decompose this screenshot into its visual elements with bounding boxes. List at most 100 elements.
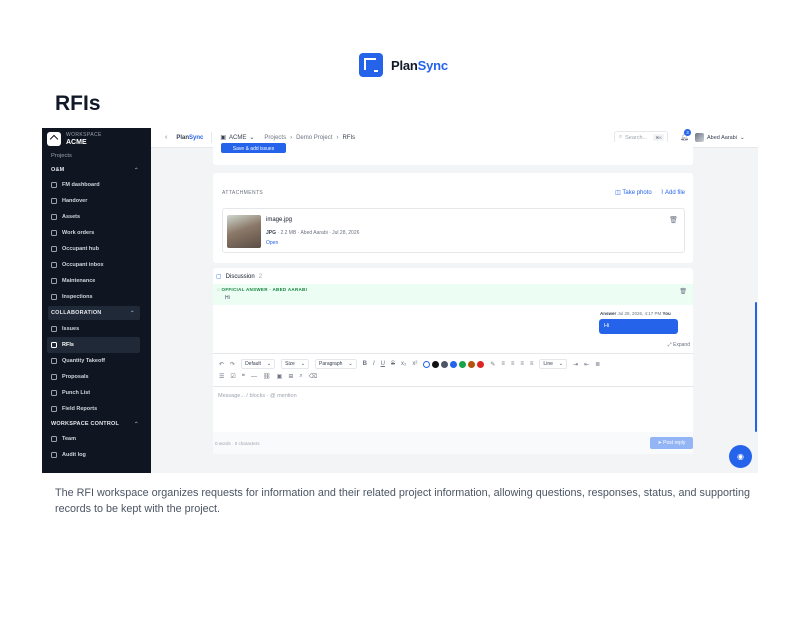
sidebar-item-label: FM dashboard: [62, 182, 100, 188]
subscript-icon[interactable]: x₂: [401, 361, 406, 367]
sidebar-item-label: Punch List: [62, 390, 91, 396]
sidebar-item-maintenance[interactable]: Maintenance: [42, 273, 140, 289]
page-title: RFIs: [55, 92, 101, 115]
sidebar-item-work-orders[interactable]: Work orders: [42, 225, 140, 241]
undo-icon[interactable]: ↶: [219, 361, 224, 368]
size-select[interactable]: Size ⌄: [281, 359, 310, 369]
superscript-icon[interactable]: x²: [412, 361, 417, 367]
workspace-switcher[interactable]: WORKSPACE ACME: [42, 128, 151, 150]
font-value: Default: [245, 361, 261, 367]
sidebar-section-om[interactable]: O&M ⌃: [42, 163, 151, 177]
outdent-icon[interactable]: ⇤: [584, 361, 589, 368]
sidebar-item-label: Occupant hub: [62, 246, 99, 252]
checklist-icon[interactable]: ☑: [230, 373, 235, 380]
sidebar-item-label: Maintenance: [62, 278, 96, 284]
color-swatch[interactable]: [441, 360, 449, 368]
table-icon[interactable]: ⊞: [288, 373, 293, 380]
org-selector[interactable]: ▣ ACME ⌄: [220, 134, 254, 142]
topbar-brand[interactable]: PlanSync: [176, 135, 203, 141]
align-right-icon[interactable]: ≡: [520, 361, 524, 367]
align-center-icon[interactable]: ≡: [511, 361, 515, 367]
color-swatch[interactable]: [432, 360, 440, 368]
more-icon[interactable]: ≣: [595, 361, 600, 368]
attachment-meta: JPG · 2.2 MB · Abed Aarabi · Jul 28, 202…: [266, 230, 359, 236]
highlight-icon[interactable]: ✎: [490, 361, 495, 368]
horizontal-rule-icon[interactable]: —: [251, 374, 257, 380]
color-swatch[interactable]: [477, 360, 485, 368]
rfi-icon: [51, 342, 57, 348]
image-icon[interactable]: ▣: [277, 373, 283, 380]
underline-icon[interactable]: U: [381, 361, 385, 367]
user-menu[interactable]: Abed Aarabi ⌄: [695, 133, 745, 142]
color-swatch[interactable]: [468, 360, 476, 368]
save-button[interactable]: Save & add issues: [221, 143, 286, 153]
sidebar-item-occupant-hub[interactable]: Occupant hub: [42, 241, 140, 257]
trash-icon[interactable]: 🗑︎: [679, 288, 687, 295]
sidebar-item-label: Assets: [62, 214, 81, 220]
building-icon: ▣: [220, 135, 227, 141]
sidebar-item-label: Field Reports: [62, 406, 98, 412]
sidebar-item-team[interactable]: Team: [42, 431, 140, 447]
sidebar-item-punch-list[interactable]: Punch List: [42, 385, 140, 401]
bot-icon: ◉: [737, 452, 744, 461]
sidebar-item-issues[interactable]: Issues: [42, 321, 140, 337]
sidebar-projects-link[interactable]: Projects: [42, 150, 151, 163]
page-caption: The RFI workspace organizes requests for…: [55, 487, 750, 515]
main-content: Save & add issues ATTACHMENTS ◫ Take pho…: [213, 142, 693, 473]
line-height-select[interactable]: Line ⌄: [539, 359, 568, 369]
breadcrumb-projects[interactable]: Projects: [264, 135, 286, 141]
report-icon: [51, 406, 57, 412]
sidebar-item-field-reports[interactable]: Field Reports: [42, 401, 140, 417]
font-select[interactable]: Default ⌄: [241, 359, 276, 369]
add-file-button[interactable]: ⌇ Add file: [661, 189, 685, 196]
attachment-open-link[interactable]: Open: [266, 240, 278, 246]
attachments-card: ATTACHMENTS ◫ Take photo ⌇ Add file imag…: [213, 173, 693, 263]
align-left-icon[interactable]: ≡: [501, 361, 505, 367]
color-swatch[interactable]: [450, 360, 458, 368]
color-swatch[interactable]: [459, 360, 467, 368]
attachment-name: image.jpg: [266, 217, 293, 223]
reply-meta: Answer Jul 28, 2026, 4:17 PM You: [600, 311, 671, 316]
official-answer-label: ◌ OFFICIAL ANSWER · ABED AARABI: [217, 287, 307, 292]
sidebar-item-fm-dashboard[interactable]: FM dashboard: [42, 177, 140, 193]
sidebar-item-occupant-inbox[interactable]: Occupant inbox: [42, 257, 140, 273]
align-justify-icon[interactable]: ≡: [530, 361, 534, 367]
search-icon[interactable]: ⌕: [299, 373, 302, 380]
assistant-button[interactable]: ◉: [729, 445, 752, 468]
attachment-thumbnail[interactable]: [227, 215, 261, 248]
sidebar-item-quantity-takeoff[interactable]: Quantity Takeoff: [42, 353, 140, 369]
sidebar-item-assets[interactable]: Assets: [42, 209, 140, 225]
sidebar-item-audit-log[interactable]: Audit log: [42, 447, 140, 463]
search-shortcut: ⌘K: [653, 134, 664, 141]
link-icon[interactable]: ⛓: [263, 373, 271, 380]
back-icon[interactable]: ‹: [165, 134, 167, 141]
trash-icon[interactable]: 🗑︎: [669, 216, 678, 224]
clear-format-icon[interactable]: ⌫: [309, 373, 317, 380]
take-photo-button[interactable]: ◫ Take photo: [615, 189, 652, 196]
sidebar-section-workspace-control[interactable]: WORKSPACE CONTROL ⌃: [42, 417, 151, 431]
org-name: ACME: [229, 134, 247, 141]
quote-icon[interactable]: ❝: [242, 373, 245, 380]
italic-icon[interactable]: I: [373, 361, 375, 367]
bold-icon[interactable]: B: [363, 361, 367, 367]
sidebar-item-inspections[interactable]: Inspections: [42, 289, 140, 305]
block-select[interactable]: Paragraph ⌄: [315, 359, 357, 369]
bullet-list-icon[interactable]: ☰: [219, 373, 224, 380]
workspace-name: ACME: [66, 139, 87, 146]
expand-button[interactable]: ⤢ Expand: [668, 342, 690, 348]
sidebar-item-handover[interactable]: Handover: [42, 193, 140, 209]
sidebar-item-rfis[interactable]: RFIs: [47, 337, 140, 353]
scrollbar[interactable]: [755, 302, 757, 432]
word-counter: 0 words · 0 characters: [215, 441, 260, 446]
message-editor[interactable]: Message... / blocks · @ mention: [213, 386, 693, 432]
color-swatch[interactable]: [423, 360, 431, 368]
strikethrough-icon[interactable]: S: [391, 361, 395, 367]
search-icon: ⌕: [619, 134, 623, 140]
sidebar-item-proposals[interactable]: Proposals: [42, 369, 140, 385]
indent-icon[interactable]: ⇥: [573, 361, 578, 368]
post-reply-button[interactable]: ➤ Post reply: [650, 437, 693, 449]
sidebar-section-collaboration[interactable]: COLLABORATION ⌃: [48, 306, 140, 320]
redo-icon[interactable]: ↷: [230, 361, 235, 368]
breadcrumb-demo-project[interactable]: Demo Project: [296, 135, 332, 141]
sidebar-item-label: Issues: [62, 326, 80, 332]
